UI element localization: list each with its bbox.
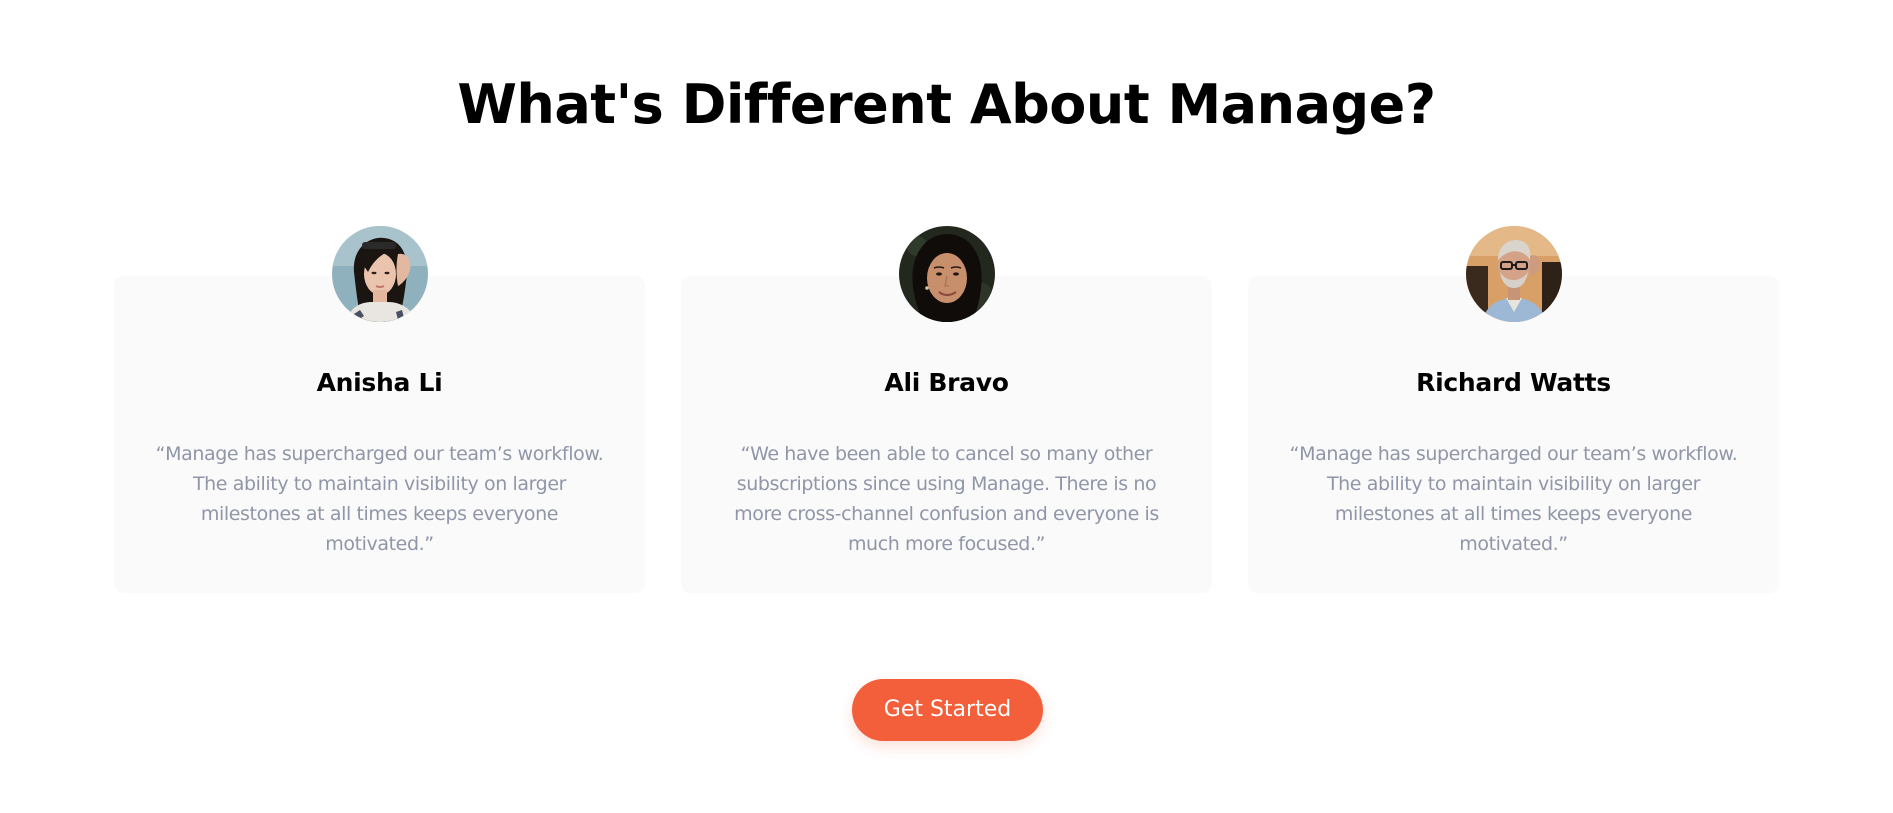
testimonial-card: Richard Watts “Manage has supercharged o… <box>1248 226 1779 593</box>
testimonial-quote: “Manage has supercharged our team’s work… <box>155 443 604 555</box>
testimonials-section: What's Different About Manage? Anisha Li… <box>0 0 1893 813</box>
testimonial-name: Anisha Li <box>316 368 443 397</box>
testimonial-quote: “Manage has supercharged our team’s work… <box>1289 443 1738 555</box>
testimonial-name: Richard Watts <box>1416 368 1611 397</box>
get-started-button[interactable]: Get Started <box>852 679 1043 741</box>
testimonial-card: Anisha Li “Manage has supercharged our t… <box>114 226 645 593</box>
testimonial-list: Anisha Li “Manage has supercharged our t… <box>114 226 1779 596</box>
testimonial-name: Ali Bravo <box>884 368 1009 397</box>
testimonial-card: Ali Bravo “We have been able to cancel s… <box>681 226 1212 593</box>
section-heading: What's Different About Manage? <box>457 73 1436 136</box>
avatar <box>899 226 995 322</box>
avatar <box>1466 226 1562 322</box>
testimonial-quote: “We have been able to cancel so many oth… <box>734 443 1159 555</box>
avatar <box>332 226 428 322</box>
